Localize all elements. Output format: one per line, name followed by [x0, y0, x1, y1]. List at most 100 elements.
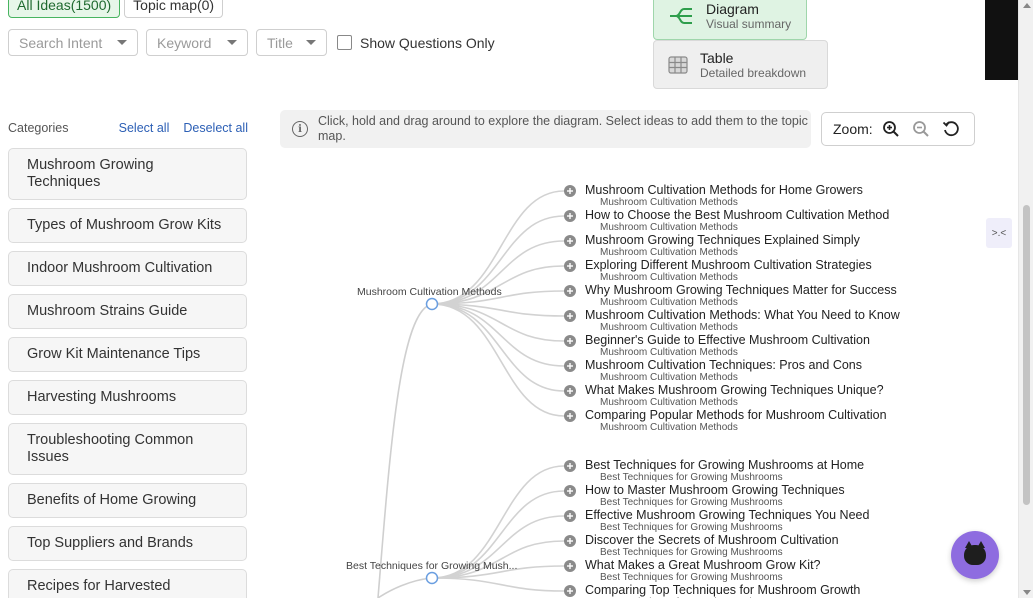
group-label: Best Techniques for Growing Mush...: [346, 560, 518, 572]
table-icon: [668, 55, 688, 74]
category-item[interactable]: Troubleshooting Common Issues: [8, 423, 247, 475]
idea-category: Mushroom Cultivation Methods: [600, 222, 738, 233]
diagram-link: [431, 303, 565, 392]
idea-node[interactable]: Mushroom Cultivation Techniques: Pros an…: [585, 358, 862, 384]
category-item[interactable]: Mushroom Growing Techniques: [8, 148, 247, 200]
questions-only-label: Show Questions Only: [360, 34, 495, 51]
idea-title: What Makes a Great Mushroom Grow Kit?: [585, 558, 821, 572]
idea-node[interactable]: Comparing Popular Methods for Mushroom C…: [585, 408, 887, 434]
categories-header: Categories Select all Deselect all: [8, 121, 248, 135]
idea-node[interactable]: What Makes a Great Mushroom Grow Kit? Bes…: [585, 558, 821, 584]
scroll-up-arrow-icon[interactable]: [1023, 3, 1031, 8]
category-item[interactable]: Recipes for Harvested: [8, 569, 247, 598]
category-list: Mushroom Growing Techniques Types of Mush…: [8, 148, 247, 598]
category-item[interactable]: Types of Mushroom Grow Kits: [8, 208, 247, 243]
side-widget-tab[interactable]: >.<: [986, 218, 1012, 248]
group-label: Mushroom Cultivation Methods: [357, 286, 502, 298]
category-item[interactable]: Mushroom Strains Guide: [8, 294, 247, 329]
idea-node[interactable]: Effective Mushroom Growing Techniques Yo…: [585, 509, 869, 534]
zoom-out-icon[interactable]: [909, 117, 933, 141]
idea-category: Best Techniques for Growing Mushrooms: [600, 472, 783, 483]
idea-category: Mushroom Cultivation Methods: [600, 297, 738, 308]
category-item[interactable]: Top Suppliers and Brands: [8, 526, 247, 561]
idea-title: Comparing Top Techniques for Mushroom Gr…: [585, 583, 861, 597]
idea-node[interactable]: Why Mushroom Growing Techniques Matter f…: [585, 283, 897, 309]
title-select[interactable]: Title: [256, 29, 327, 56]
questions-only-toggle[interactable]: Show Questions Only: [337, 35, 495, 51]
view-table-subtitle: Detailed breakdown: [700, 65, 807, 80]
idea-node[interactable]: Mushroom Cultivation Methods for Home Gr…: [585, 184, 863, 209]
view-table-title: Table: [700, 49, 734, 66]
deselect-all-link[interactable]: Deselect all: [183, 121, 248, 135]
idea-node[interactable]: Beginner's Guide to Effective Mushroom C…: [585, 333, 870, 359]
idea-node[interactable]: Exploring Different Mushroom Cultivation…: [585, 258, 872, 284]
category-item[interactable]: Benefits of Home Growing: [8, 483, 247, 518]
reset-zoom-icon[interactable]: [939, 117, 963, 141]
view-table-text: Table Detailed breakdown: [700, 50, 806, 80]
idea-category: Best Techniques for Growing Mushrooms: [600, 522, 783, 533]
page: All Ideas(1500) Topic map(0) Search Inte…: [0, 0, 1033, 598]
view-diagram-button[interactable]: Diagram Visual summary: [653, 0, 807, 40]
view-diagram-text: Diagram Visual summary: [706, 1, 791, 31]
idea-title: Beginner's Guide to Effective Mushroom C…: [585, 333, 870, 347]
trunk-link: [377, 303, 433, 598]
idea-title: Exploring Different Mushroom Cultivation…: [585, 258, 872, 272]
idea-node[interactable]: How to Master Mushroom Growing Technique…: [585, 484, 845, 509]
page-scrollbar[interactable]: [1018, 0, 1033, 598]
category-item[interactable]: Harvesting Mushrooms: [8, 380, 247, 415]
chat-assistant-button[interactable]: [951, 531, 999, 579]
idea-node[interactable]: Discover the Secrets of Mushroom Cultiva…: [585, 533, 839, 559]
scrollbar-thumb[interactable]: [1023, 205, 1030, 505]
diagram-icon: [670, 8, 692, 24]
idea-category: Mushroom Cultivation Methods: [600, 197, 738, 208]
select-all-link[interactable]: Select all: [119, 121, 170, 135]
idea-category: Mushroom Cultivation Methods: [600, 247, 738, 258]
group-node[interactable]: [425, 571, 439, 585]
questions-only-checkbox[interactable]: [337, 35, 352, 50]
idea-title: Mushroom Cultivation Techniques: Pros an…: [585, 358, 862, 372]
topic-diagram[interactable]: Mushroom Cultivation Methods for Home Gr…: [280, 150, 985, 598]
idea-category: Mushroom Cultivation Methods: [600, 372, 738, 383]
idea-title: What Makes Mushroom Growing Techniques U…: [585, 383, 884, 397]
idea-title: Mushroom Growing Techniques Explained Si…: [585, 233, 860, 247]
idea-title: Discover the Secrets of Mushroom Cultiva…: [585, 533, 839, 547]
idea-node[interactable]: Best Techniques for Growing Mushrooms at…: [585, 458, 865, 484]
idea-category: Best Techniques for Growing Mushrooms: [600, 572, 783, 583]
idea-title: Best Techniques for Growing Mushrooms at…: [585, 458, 865, 472]
info-icon: i: [292, 121, 308, 137]
side-widget-text: >.<: [991, 227, 1007, 239]
idea-node[interactable]: Mushroom Growing Techniques Explained Si…: [585, 233, 860, 259]
idea-title: Mushroom Cultivation Methods: What You N…: [585, 308, 900, 322]
trunk-link: [377, 577, 433, 598]
cat-avatar-icon: [964, 541, 986, 565]
idea-category: Best Techniques for Growing Mushrooms: [600, 497, 783, 508]
keyword-select[interactable]: Keyword: [146, 29, 248, 56]
idea-node[interactable]: How to Choose the Best Mushroom Cultivat…: [585, 208, 890, 234]
idea-category: Best Techniques for Growing Mushrooms: [600, 547, 783, 558]
tab-topic-map[interactable]: Topic map(0): [124, 0, 224, 18]
idea-title: How to Choose the Best Mushroom Cultivat…: [585, 208, 890, 222]
search-intent-select[interactable]: Search Intent: [8, 29, 138, 56]
chevron-down-icon: [117, 40, 127, 45]
group-node[interactable]: [425, 297, 439, 311]
idea-node[interactable]: Mushroom Cultivation Methods: What You N…: [585, 308, 900, 334]
category-item[interactable]: Indoor Mushroom Cultivation: [8, 251, 247, 286]
idea-node[interactable]: Comparing Top Techniques for Mushroom Gr…: [585, 584, 860, 598]
idea-title: Why Mushroom Growing Techniques Matter f…: [585, 283, 897, 297]
view-diagram-title: Diagram: [706, 1, 759, 17]
scroll-down-arrow-icon[interactable]: [1023, 590, 1031, 595]
tab-all-ideas[interactable]: All Ideas(1500): [8, 0, 121, 18]
diagram-link: [431, 577, 565, 592]
idea-node[interactable]: What Makes Mushroom Growing Techniques U…: [585, 383, 884, 409]
dark-panel-edge: [985, 0, 1018, 80]
idea-category: Mushroom Cultivation Methods: [600, 347, 738, 358]
search-intent-placeholder: Search Intent: [19, 34, 103, 51]
idea-title: Comparing Popular Methods for Mushroom C…: [585, 408, 887, 422]
zoom-controls: Zoom:: [821, 112, 975, 146]
title-placeholder: Title: [267, 34, 293, 51]
view-table-button[interactable]: Table Detailed breakdown: [653, 40, 828, 89]
keyword-placeholder: Keyword: [157, 34, 212, 51]
zoom-in-icon[interactable]: [879, 117, 903, 141]
category-item[interactable]: Grow Kit Maintenance Tips: [8, 337, 247, 372]
diagram-hint-bar: i Click, hold and drag around to explore…: [280, 110, 811, 148]
